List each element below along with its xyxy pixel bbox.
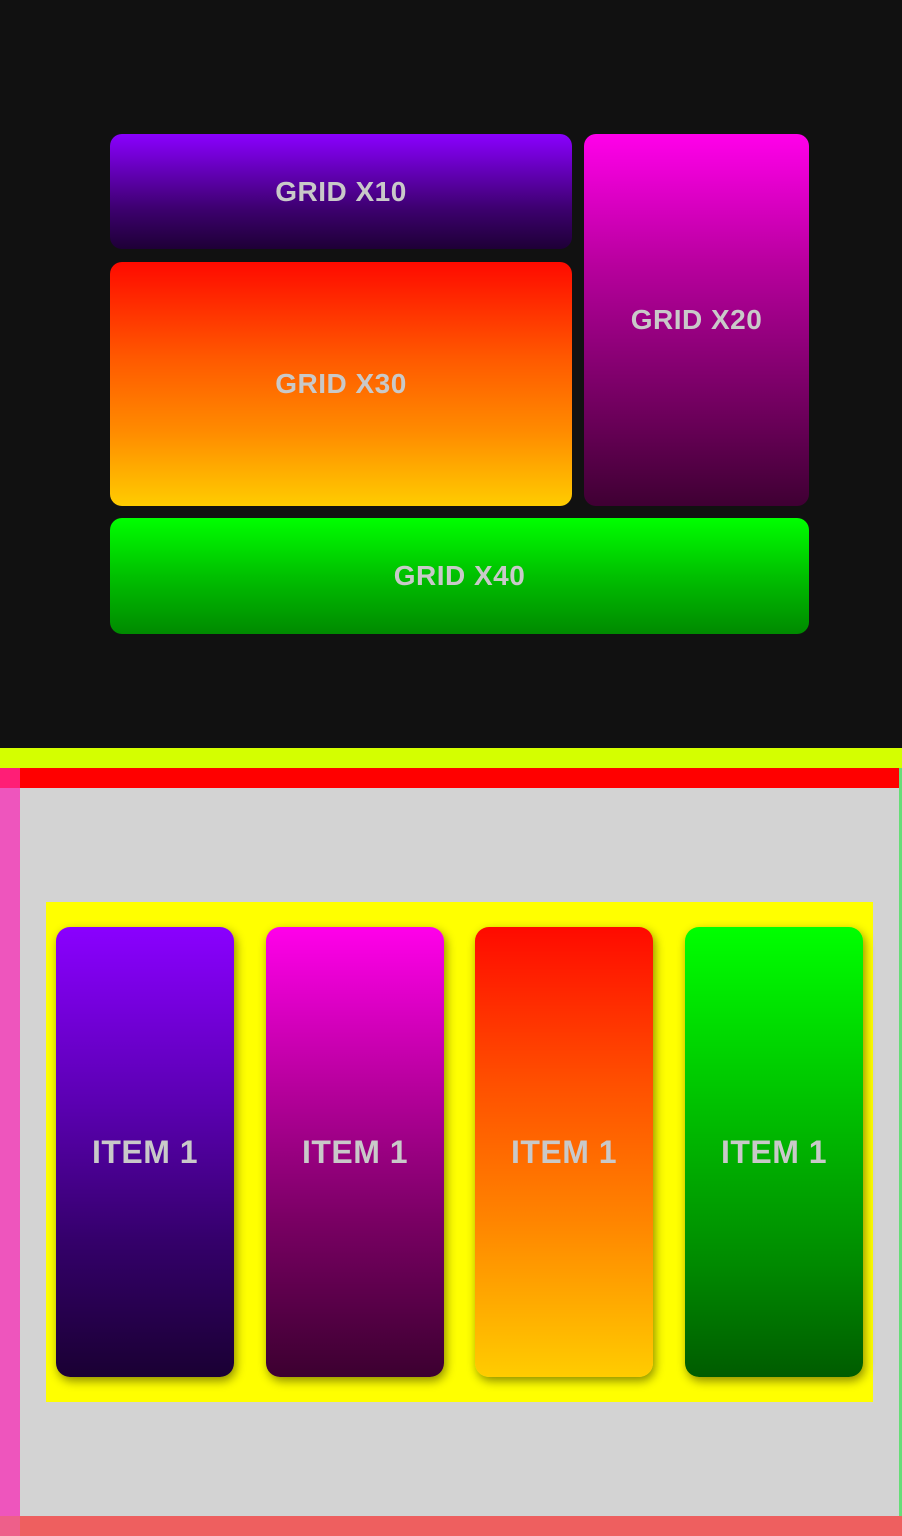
grid-tile-label: GRID X30 — [275, 368, 407, 399]
corner-bottom-left — [0, 1516, 20, 1536]
bottom-border — [20, 1516, 902, 1536]
grid-tile-x10: GRID X10 — [110, 134, 572, 249]
red-band — [20, 768, 900, 788]
grid-tile-x20: GRID X20 — [584, 134, 809, 506]
grid-tile-label: GRID X10 — [275, 175, 407, 207]
flex-item-label: ITEM 1 — [91, 1133, 199, 1170]
grid-tile-label: GRID X20 — [630, 304, 763, 335]
flex-item-label: ITEM 1 — [301, 1133, 409, 1170]
grid-tile-x40: GRID X40 — [110, 518, 809, 634]
flex-item-label: ITEM 1 — [510, 1133, 618, 1170]
corner-pink — [0, 768, 20, 788]
grid-tile-x30: GRID X30 — [110, 262, 572, 506]
flex-item-label: ITEM 1 — [720, 1133, 828, 1170]
flex-item-1: ITEM 1 — [56, 927, 234, 1377]
flex-item-4: ITEM 1 — [685, 927, 863, 1377]
grid-section: GRID X10 GRID X20 GRID X30 GRID X40 — [0, 0, 902, 748]
left-border — [0, 788, 20, 1516]
flex-item-2: ITEM 1 — [266, 927, 444, 1377]
lime-band — [0, 748, 902, 768]
grid-tile-label: GRID X40 — [393, 560, 526, 591]
flex-item-3: ITEM 1 — [475, 927, 653, 1377]
